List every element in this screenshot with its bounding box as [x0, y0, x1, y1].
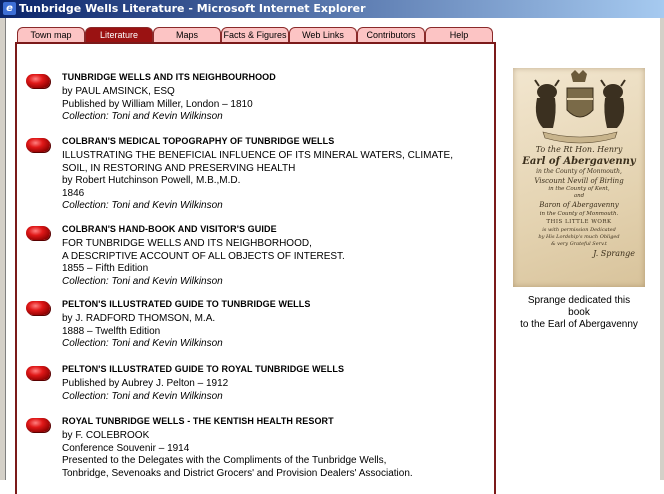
red-bullet-icon[interactable]: [26, 301, 50, 315]
entry-line: by F. COLEBROOK: [62, 430, 150, 441]
entry-line: Published by William Miller, London – 18…: [62, 98, 253, 110]
image-caption: Sprange dedicated this book to the Earl …: [511, 295, 647, 331]
dedication-line: by His Lordship's much Obliged: [538, 234, 620, 240]
dedication-line: Viscount Nevill of Birling: [534, 177, 624, 185]
dedication-line: in the County of Monmouth,: [536, 168, 622, 175]
entry-collection: Collection: Toni and Kevin Wilkinson: [62, 338, 223, 349]
entry-details: by J. RADFORD THOMSON, M.A. 1888 – Twelf…: [62, 313, 223, 351]
entry-line: 1846: [62, 187, 85, 199]
dedication-line: is with permission Dedicated: [542, 227, 616, 233]
window-right-border: [659, 18, 664, 480]
dedication-text: To the Rt Hon. Henry Earl of Abergavenny…: [517, 144, 641, 259]
entry-line: ILLUSTRATING THE BENEFICIAL INFLUENCE OF…: [62, 150, 453, 161]
tab-web-links[interactable]: Web Links: [289, 27, 357, 42]
entry-line: by J. RADFORD THOMSON, M.A.: [62, 313, 216, 324]
caption-line: to the Earl of Abergavenny: [520, 319, 638, 330]
window-left-border: [0, 18, 6, 480]
internet-explorer-icon: e: [3, 2, 16, 15]
entry-details: Published by Aubrey J. Pelton – 1912 Col…: [62, 378, 228, 403]
entry-collection: Collection: Toni and Kevin Wilkinson: [62, 390, 223, 402]
dedication-signature: J. Sprange: [593, 249, 635, 258]
dedication-line: THIS LITTLE WORK: [546, 219, 612, 225]
tab-label: Help: [449, 30, 469, 40]
tab-contributors[interactable]: Contributors: [357, 27, 425, 42]
entry-line: Conference Souvenir – 1914: [62, 442, 190, 454]
book-dedication-image: To the Rt Hon. Henry Earl of Abergavenny…: [513, 68, 645, 287]
entry-details: by F. COLEBROOK Conference Souvenir – 19…: [62, 430, 413, 480]
entry-title: PELTON'S ILLUSTRATED GUIDE TO TUNBRIDGE …: [62, 299, 311, 309]
tab-label: Contributors: [366, 30, 416, 40]
tab-literature[interactable]: Literature: [85, 27, 153, 42]
window-title: Tunbridge Wells Literature - Microsoft I…: [19, 2, 366, 15]
window-titlebar: e Tunbridge Wells Literature - Microsoft …: [0, 0, 664, 18]
tab-label: Town map: [30, 30, 72, 40]
tab-label: Maps: [175, 30, 198, 40]
dedication-line: in the County of Kent,: [548, 186, 610, 192]
dedication-line: Baron of Abergavenny: [539, 201, 619, 209]
tab-label: Facts & Figures: [223, 30, 287, 40]
entry-line: FOR TUNBRIDGE WELLS AND ITS NEIGHBORHOOD…: [62, 238, 312, 249]
tab-facts-figures[interactable]: Facts & Figures: [221, 27, 289, 42]
entry-line: 1855 – Fifth Edition: [62, 263, 149, 274]
entry-title: COLBRAN'S HAND-BOOK AND VISITOR'S GUIDE: [62, 224, 277, 234]
entry-line: 1888 – Twelfth Edition: [62, 325, 161, 337]
tab-label: Literature: [99, 30, 139, 40]
dedication-line: & very Grateful Serv.t: [551, 241, 607, 247]
entry-collection: Collection: Toni and Kevin Wilkinson: [62, 275, 223, 287]
entry-line: SOIL, IN RESTORING AND PRESERVING HEALTH: [62, 162, 296, 174]
red-bullet-icon[interactable]: [26, 418, 50, 432]
entry-line: Tonbridge, Sevenoaks and District Grocer…: [62, 467, 413, 479]
entry-line: A DESCRIPTIVE ACCOUNT OF ALL OBJECTS OF …: [62, 250, 345, 262]
tab-maps[interactable]: Maps: [153, 27, 221, 42]
dedication-line: and: [573, 193, 585, 199]
entry-collection: Collection: Toni and Kevin Wilkinson: [62, 111, 223, 122]
red-bullet-icon[interactable]: [26, 366, 50, 380]
entry-title: TUNBRIDGE WELLS AND ITS NEIGHBOURHOOD: [62, 72, 276, 82]
entry-details: by PAUL AMSINCK, ESQ Published by Willia…: [62, 86, 253, 124]
red-bullet-icon[interactable]: [26, 226, 50, 240]
dedication-line: in the County of Monmouth.: [539, 211, 619, 217]
tab-town-map[interactable]: Town map: [17, 27, 85, 42]
entry-line: by Robert Hutchinson Powell, M.B.,M.D.: [62, 175, 241, 186]
entry-collection: Collection: Toni and Kevin Wilkinson: [62, 200, 223, 211]
dedication-line: Earl of Abergavenny: [522, 156, 636, 167]
entry-line: by PAUL AMSINCK, ESQ: [62, 86, 175, 97]
entry-line: Presented to the Delegates with the Comp…: [62, 455, 387, 466]
entry-line: Published by Aubrey J. Pelton – 1912: [62, 378, 229, 389]
tab-help[interactable]: Help: [425, 27, 493, 42]
entry-title: COLBRAN'S MEDICAL TOPOGRAPHY OF TUNBRIDG…: [62, 136, 335, 146]
dedication-line: To the Rt Hon. Henry: [535, 145, 623, 154]
entry-title: ROYAL TUNBRIDGE WELLS - THE KENTISH HEAL…: [62, 416, 334, 426]
tab-label: Web Links: [302, 30, 344, 40]
caption-line: book: [568, 307, 590, 318]
red-bullet-icon[interactable]: [26, 138, 50, 152]
entry-title: PELTON'S ILLUSTRATED GUIDE TO ROYAL TUNB…: [62, 364, 345, 374]
red-bullet-icon[interactable]: [26, 74, 50, 88]
entry-details: ILLUSTRATING THE BENEFICIAL INFLUENCE OF…: [62, 150, 453, 213]
caption-line: Sprange dedicated this: [527, 295, 631, 306]
literature-panel: TUNBRIDGE WELLS AND ITS NEIGHBOURHOOD by…: [15, 42, 496, 494]
entry-details: FOR TUNBRIDGE WELLS AND ITS NEIGHBORHOOD…: [62, 238, 345, 288]
